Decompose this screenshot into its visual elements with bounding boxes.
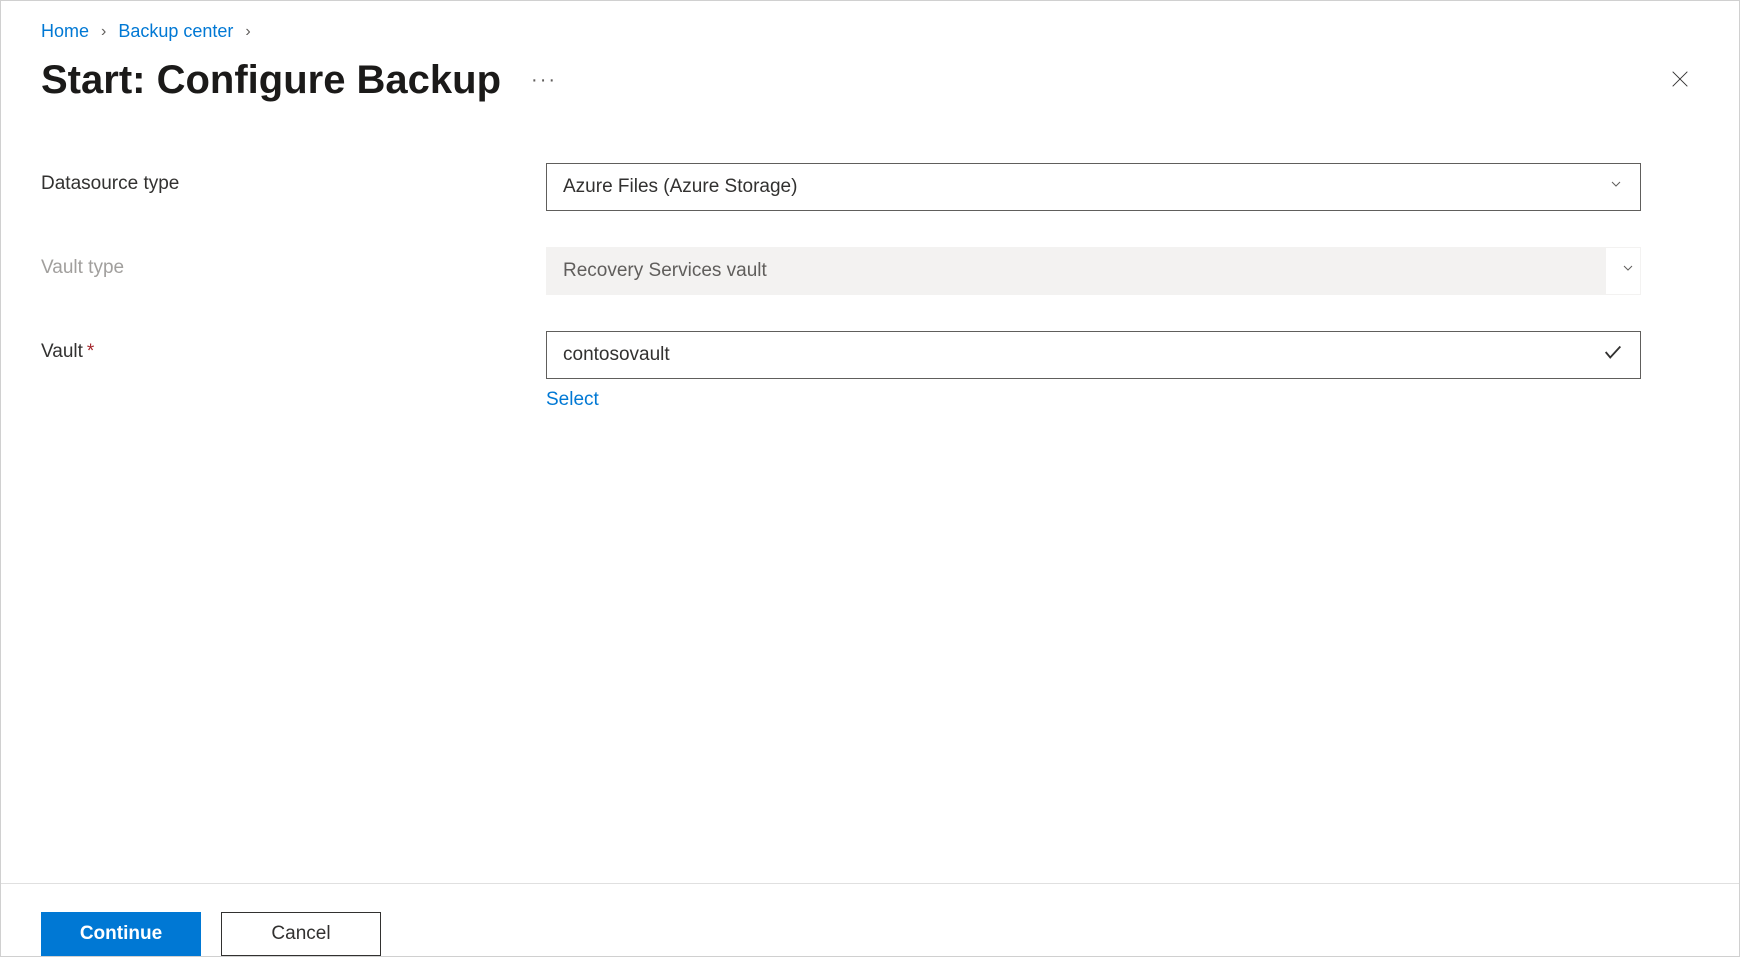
footer-bar: Continue Cancel [1,883,1739,956]
chevron-down-icon [1620,260,1636,282]
breadcrumb-home[interactable]: Home [41,21,89,42]
select-datasource-type[interactable]: Azure Files (Azure Storage) [546,163,1641,211]
form-area: Datasource type Azure Files (Azure Stora… [1,143,1739,467]
select-vault-type: Recovery Services vault [546,247,1641,295]
more-icon[interactable]: ··· [531,69,557,92]
check-icon [1602,341,1624,369]
row-vault: Vault* contosovault Select [41,331,1699,411]
continue-button[interactable]: Continue [41,912,201,956]
select-vault-type-value: Recovery Services vault [563,260,767,282]
close-icon[interactable] [1661,60,1699,102]
chevron-down-icon [1608,176,1624,198]
page-header: Start: Configure Backup ··· [1,50,1739,143]
cancel-button[interactable]: Cancel [221,912,381,956]
label-vault-text: Vault [41,341,83,362]
required-star: * [87,341,94,362]
row-vault-type: Vault type Recovery Services vault [41,247,1699,295]
breadcrumb: Home › Backup center › [1,1,1739,50]
page-title: Start: Configure Backup [41,58,501,103]
label-datasource-type: Datasource type [41,163,546,195]
chevron-right-icon: › [245,23,250,41]
chevron-right-icon: › [101,23,106,41]
label-vault: Vault* [41,331,546,363]
input-vault-value: contosovault [563,344,670,366]
link-select-vault[interactable]: Select [546,389,599,411]
row-datasource-type: Datasource type Azure Files (Azure Stora… [41,163,1699,211]
input-vault[interactable]: contosovault [546,331,1641,379]
breadcrumb-backup-center[interactable]: Backup center [118,21,233,42]
select-datasource-type-value: Azure Files (Azure Storage) [563,176,797,198]
label-vault-type: Vault type [41,247,546,279]
